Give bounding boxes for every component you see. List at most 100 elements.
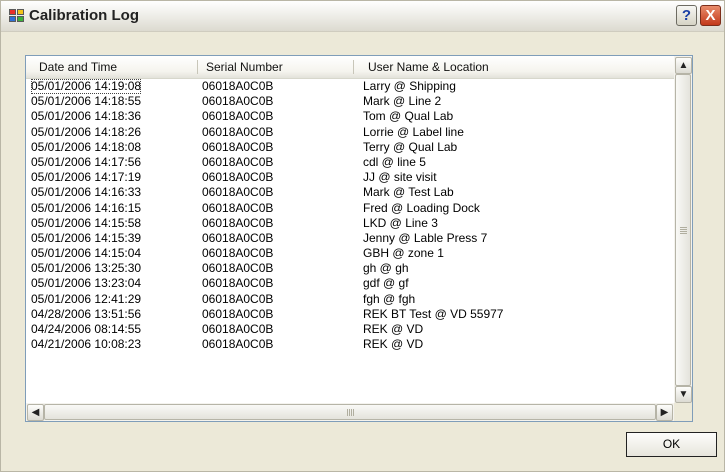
cell-serial-number: 06018A0C0B bbox=[202, 139, 274, 154]
cell-user-location: REK @ VD bbox=[363, 337, 424, 352]
horizontal-scroll-thumb[interactable] bbox=[44, 404, 656, 420]
cell-user-location: Lorrie @ Label line bbox=[363, 124, 464, 139]
table-row[interactable]: 05/01/2006 14:15:58 06018A0C0B LKD @ Line … bbox=[26, 216, 674, 231]
column-divider[interactable] bbox=[197, 60, 198, 74]
table-row[interactable]: 05/01/2006 14:19:08 06018A0C0B Larry @ Shi… bbox=[26, 79, 674, 94]
cell-user-location: cdl @ line 5 bbox=[363, 154, 426, 169]
list-header: Date and Time Serial Number User Name & … bbox=[26, 56, 674, 79]
cell-user-location: Tom @ Qual Lab bbox=[363, 109, 454, 124]
cell-user-location: LKD @ Line 3 bbox=[363, 215, 438, 230]
scroll-up-button[interactable]: ▲ bbox=[675, 57, 692, 74]
table-row[interactable]: 05/01/2006 14:15:39 06018A0C0B Jenny @ Lab… bbox=[26, 231, 674, 246]
table-row[interactable]: 05/01/2006 14:16:33 06018A0C0B Mark @ Test… bbox=[26, 185, 674, 200]
cell-date-time: 05/01/2006 13:25:30 bbox=[31, 261, 142, 276]
chevron-right-icon: ▶ bbox=[660, 407, 669, 418]
cell-user-location: Fred @ Loading Dock bbox=[363, 200, 480, 215]
app-icon bbox=[9, 9, 25, 23]
cell-serial-number: 06018A0C0B bbox=[202, 215, 274, 230]
cell-user-location: JJ @ site visit bbox=[363, 170, 437, 185]
cell-date-time: 05/01/2006 12:41:29 bbox=[31, 291, 142, 306]
cell-date-time: 04/24/2006 08:14:55 bbox=[31, 322, 142, 336]
cell-user-location: Jenny @ Lable Press 7 bbox=[363, 230, 488, 245]
cell-serial-number: 06018A0C0B bbox=[202, 124, 274, 139]
cell-serial-number: 06018A0C0B bbox=[202, 200, 274, 215]
table-row[interactable]: 05/01/2006 14:18:55 06018A0C0B Mark @ Line… bbox=[26, 94, 674, 109]
cell-user-location: fgh @ fgh bbox=[363, 291, 416, 306]
table-row[interactable]: 05/01/2006 14:15:04 06018A0C0B GBH @ zone … bbox=[26, 246, 674, 261]
chevron-down-icon: ▼ bbox=[678, 389, 689, 400]
cell-serial-number: 06018A0C0B bbox=[202, 337, 274, 352]
cell-date-time: 05/01/2006 14:18:08 bbox=[31, 139, 142, 154]
cell-date-time: 05/01/2006 14:16:33 bbox=[31, 185, 142, 200]
table-row[interactable]: 05/01/2006 14:18:26 06018A0C0B Lorrie @ La… bbox=[26, 125, 674, 140]
cell-date-time: 05/01/2006 14:18:26 bbox=[31, 124, 142, 139]
table-row[interactable]: 05/01/2006 12:41:29 06018A0C0B fgh @ fgh bbox=[26, 292, 674, 307]
cell-user-location: gh @ gh bbox=[363, 261, 409, 276]
column-header-date-time[interactable]: Date and Time bbox=[39, 56, 117, 78]
cell-date-time: 05/01/2006 14:17:56 bbox=[31, 154, 142, 169]
vertical-scrollbar[interactable]: ▲ ▼ bbox=[674, 56, 692, 403]
cell-user-location: Mark @ Line 2 bbox=[363, 94, 442, 109]
cell-user-location: REK @ VD bbox=[363, 322, 424, 336]
cell-date-time: 05/01/2006 14:18:55 bbox=[31, 94, 142, 109]
cell-serial-number: 06018A0C0B bbox=[202, 276, 274, 291]
window-title: Calibration Log bbox=[29, 7, 139, 24]
cell-serial-number: 06018A0C0B bbox=[202, 94, 274, 109]
scroll-right-button[interactable]: ▶ bbox=[656, 404, 673, 421]
scroll-left-button[interactable]: ◀ bbox=[27, 404, 44, 421]
table-row[interactable]: 05/01/2006 14:16:15 06018A0C0B Fred @ Load… bbox=[26, 201, 674, 216]
cell-serial-number: 06018A0C0B bbox=[202, 185, 274, 200]
calibration-list[interactable]: Date and Time Serial Number User Name & … bbox=[25, 55, 693, 422]
cell-user-location: Mark @ Test Lab bbox=[363, 185, 454, 200]
table-row[interactable]: 05/01/2006 14:18:36 06018A0C0B Tom @ Qual … bbox=[26, 109, 674, 124]
list-rows: 05/01/2006 14:19:08 06018A0C0B Larry @ Shi… bbox=[26, 79, 674, 352]
cell-date-time: 04/28/2006 13:51:56 bbox=[31, 306, 142, 321]
cell-serial-number: 06018A0C0B bbox=[202, 246, 274, 261]
cell-user-location: REK BT Test @ VD 55977 bbox=[363, 306, 504, 321]
cell-date-time: 05/01/2006 14:15:39 bbox=[31, 230, 142, 245]
table-row[interactable]: 05/01/2006 14:17:19 06018A0C0B JJ @ site v… bbox=[26, 170, 674, 185]
cell-user-location: Terry @ Qual Lab bbox=[363, 139, 458, 154]
cell-serial-number: 06018A0C0B bbox=[202, 230, 274, 245]
calibration-log-window: Calibration Log ? X Date and Time Serial… bbox=[0, 0, 725, 472]
scrollbar-corner bbox=[674, 403, 692, 421]
chevron-left-icon: ◀ bbox=[31, 407, 40, 418]
scroll-down-button[interactable]: ▼ bbox=[675, 386, 692, 403]
table-row[interactable]: 04/24/2006 08:14:55 06018A0C0B REK @ VD bbox=[26, 322, 674, 337]
cell-date-time: 04/21/2006 10:08:23 bbox=[31, 337, 142, 352]
table-row[interactable]: 04/21/2006 10:08:23 06018A0C0B REK @ VD bbox=[26, 337, 674, 352]
cell-serial-number: 06018A0C0B bbox=[202, 291, 274, 306]
cell-date-time: 05/01/2006 13:23:04 bbox=[31, 276, 142, 291]
cell-serial-number: 06018A0C0B bbox=[202, 154, 274, 169]
cell-date-time: 05/01/2006 14:19:08 bbox=[31, 79, 142, 94]
cell-user-location: GBH @ zone 1 bbox=[363, 246, 444, 261]
table-row[interactable]: 04/28/2006 13:51:56 06018A0C0B REK BT Test… bbox=[26, 307, 674, 322]
column-header-user-location[interactable]: User Name & Location bbox=[368, 56, 489, 78]
column-header-serial-number[interactable]: Serial Number bbox=[206, 56, 283, 78]
help-button[interactable]: ? bbox=[676, 5, 697, 26]
cell-date-time: 05/01/2006 14:18:36 bbox=[31, 109, 142, 124]
cell-date-time: 05/01/2006 14:16:15 bbox=[31, 200, 142, 215]
cell-date-time: 05/01/2006 14:15:04 bbox=[31, 246, 142, 261]
cell-date-time: 05/01/2006 14:17:19 bbox=[31, 170, 142, 185]
table-row[interactable]: 05/01/2006 13:25:30 06018A0C0B gh @ gh bbox=[26, 261, 674, 276]
horizontal-scrollbar[interactable]: ◀ ▶ bbox=[26, 403, 674, 421]
cell-user-location: Larry @ Shipping bbox=[363, 79, 456, 93]
vertical-scroll-thumb[interactable] bbox=[675, 74, 691, 386]
cell-user-location: gdf @ gf bbox=[363, 276, 409, 291]
chevron-up-icon: ▲ bbox=[678, 60, 689, 71]
title-bar[interactable]: Calibration Log ? X bbox=[1, 1, 724, 32]
cell-serial-number: 06018A0C0B bbox=[202, 306, 274, 321]
table-row[interactable]: 05/01/2006 14:17:56 06018A0C0B cdl @ line … bbox=[26, 155, 674, 170]
table-row[interactable]: 05/01/2006 13:23:04 06018A0C0B gdf @ gf bbox=[26, 276, 674, 291]
cell-serial-number: 06018A0C0B bbox=[202, 109, 274, 124]
cell-serial-number: 06018A0C0B bbox=[202, 322, 274, 336]
column-divider[interactable] bbox=[353, 60, 354, 74]
ok-button[interactable]: OK bbox=[626, 432, 717, 457]
cell-date-time: 05/01/2006 14:15:58 bbox=[31, 215, 142, 230]
cell-serial-number: 06018A0C0B bbox=[202, 261, 274, 276]
close-button[interactable]: X bbox=[700, 5, 721, 26]
cell-serial-number: 06018A0C0B bbox=[202, 79, 274, 93]
table-row[interactable]: 05/01/2006 14:18:08 06018A0C0B Terry @ Qua… bbox=[26, 140, 674, 155]
cell-serial-number: 06018A0C0B bbox=[202, 170, 274, 185]
